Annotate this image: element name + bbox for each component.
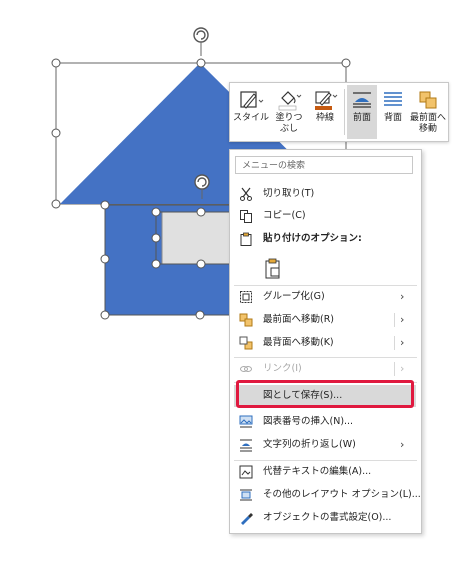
- menu-item-cut[interactable]: 切り取り(T): [234, 183, 416, 205]
- caption-icon: [239, 415, 253, 429]
- context-menu: メニューの検索 切り取り(T) コピー(C) 貼り付けのオプション: グループ化…: [229, 149, 422, 534]
- fill-label-line2: ぶし: [279, 124, 298, 134]
- menu-item-send-to-back[interactable]: 最背面へ移動(K) ›: [234, 332, 416, 354]
- bring-front-label-line2: 移動: [418, 124, 437, 134]
- pen-outline-icon: [312, 89, 338, 111]
- menu-item-more-layout-options[interactable]: その他のレイアウト オプション(L)...: [234, 484, 421, 506]
- shape-style-icon: [238, 89, 264, 111]
- alt-text-icon: [239, 465, 253, 479]
- submenu-arrow-icon[interactable]: ›: [400, 332, 404, 354]
- send-backward-icon: [380, 89, 406, 111]
- layout-options-icon: [239, 488, 253, 502]
- outline-label: 枠線: [315, 113, 334, 123]
- style-label: スタイル: [232, 113, 269, 123]
- split-separator: [394, 336, 395, 350]
- outline-button[interactable]: 枠線: [308, 85, 342, 139]
- back-label: 背面: [383, 113, 402, 123]
- menu-item-label: リンク(I): [263, 363, 302, 374]
- menu-item-edit-alt-text[interactable]: 代替テキストの編集(A)...: [234, 461, 416, 483]
- fill-button[interactable]: 塗りつ ぶし: [272, 85, 306, 139]
- mini-toolbar: スタイル 塗りつ ぶし 枠線 前面 背面 最前面へ 移動: [229, 82, 449, 142]
- menu-item-paste-options: 貼り付けのオプション:: [234, 228, 416, 250]
- menu-item-copy[interactable]: コピー(C): [234, 205, 416, 227]
- paint-bucket-icon: [276, 89, 302, 111]
- bring-to-front-icon: [239, 313, 253, 327]
- format-brush-icon: [239, 511, 253, 525]
- toolbar-separator: [344, 89, 345, 135]
- menu-item-label: グループ化(G): [263, 291, 325, 302]
- wrap-text-icon: [239, 438, 253, 452]
- menu-item-label: コピー(C): [263, 210, 306, 221]
- menu-item-label: 最前面へ移動(R): [263, 314, 335, 325]
- menu-item-label: 貼り付けのオプション:: [263, 233, 362, 244]
- menu-item-link: リンク(I) ›: [234, 358, 416, 380]
- menu-search-input[interactable]: メニューの検索: [235, 156, 413, 174]
- bring-to-front-button[interactable]: 最前面へ 移動: [409, 85, 447, 139]
- split-separator: [394, 313, 395, 327]
- menu-item-insert-caption[interactable]: 図表番号の挿入(N)...: [234, 411, 416, 433]
- submenu-arrow-icon[interactable]: ›: [400, 309, 404, 331]
- paste-icon: [239, 232, 253, 246]
- paste-picture-icon[interactable]: [263, 258, 283, 280]
- copy-icon: [239, 209, 253, 223]
- group-icon: [239, 290, 253, 304]
- bring-front-label-line1: 最前面へ: [409, 113, 446, 123]
- fill-label-line1: 塗りつ: [275, 113, 303, 123]
- menu-item-label: 切り取り(T): [263, 188, 315, 199]
- highlight-annotation-box: [236, 380, 414, 408]
- rotate-handle-top[interactable]: [193, 27, 209, 56]
- menu-item-label: オブジェクトの書式設定(O)...: [263, 512, 392, 523]
- link-icon: [239, 362, 253, 376]
- menu-item-label: 最背面へ移動(K): [263, 337, 334, 348]
- menu-item-label: その他のレイアウト オプション(L)...: [263, 489, 421, 500]
- menu-item-label: 文字列の折り返し(W): [263, 439, 356, 450]
- menu-item-group[interactable]: グループ化(G) ›: [234, 286, 416, 308]
- bring-to-front-icon: [415, 89, 441, 111]
- menu-item-label: 図表番号の挿入(N)...: [263, 416, 354, 427]
- submenu-arrow-icon: ›: [400, 362, 405, 375]
- style-button[interactable]: スタイル: [232, 85, 270, 139]
- menu-item-label: 代替テキストの編集(A)...: [263, 466, 372, 477]
- menu-item-format-object[interactable]: オブジェクトの書式設定(O)...: [234, 507, 416, 529]
- menu-item-wrap-text[interactable]: 文字列の折り返し(W) ›: [234, 434, 416, 456]
- split-separator: [394, 362, 395, 376]
- submenu-arrow-icon: ›: [400, 438, 405, 451]
- bring-forward-button[interactable]: 前面: [347, 85, 377, 139]
- send-to-back-icon: [239, 336, 253, 350]
- bring-forward-icon: [349, 89, 375, 111]
- submenu-arrow-icon: ›: [400, 290, 405, 303]
- menu-item-bring-to-front[interactable]: 最前面へ移動(R) ›: [234, 309, 416, 331]
- scissors-icon: [239, 187, 253, 201]
- front-label: 前面: [352, 113, 371, 123]
- send-backward-button[interactable]: 背面: [379, 85, 407, 139]
